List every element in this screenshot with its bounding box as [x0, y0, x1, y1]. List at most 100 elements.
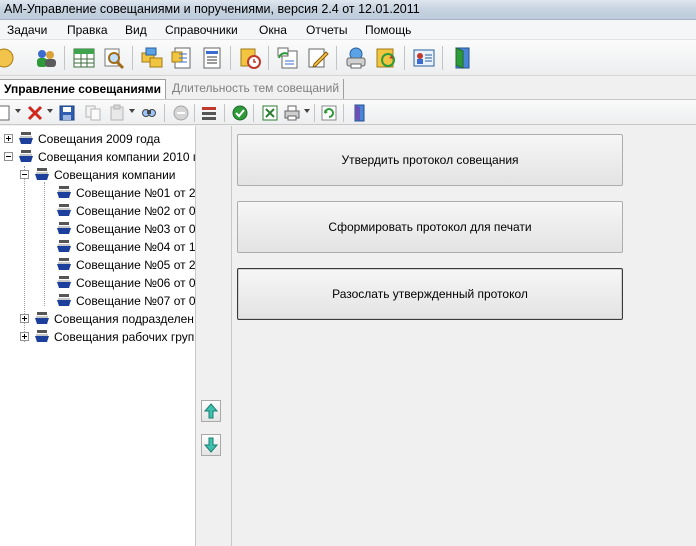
meetings-tree: Совещания 2009 года Совещания компании 2…: [0, 126, 196, 546]
tree-node-meeting[interactable]: Совещание №06 от 01: [56, 274, 196, 292]
tree-node-label: Совещание №05 от 22: [76, 258, 196, 272]
paste-icon[interactable]: [108, 104, 126, 122]
tree-node-label: Совещания компании: [54, 168, 176, 182]
table-icon[interactable]: [72, 46, 96, 70]
refresh-icon[interactable]: [320, 104, 338, 122]
meeting-table-icon: [56, 240, 72, 254]
print-protocol-button[interactable]: Сформировать протокол для печати: [237, 201, 623, 253]
delete-icon[interactable]: [26, 104, 44, 122]
chevron-down-icon[interactable]: [129, 109, 135, 113]
tree-node-meeting[interactable]: Совещание №01 от 25: [56, 184, 196, 202]
folder-tree-icon[interactable]: [140, 46, 164, 70]
document-icon[interactable]: [170, 46, 194, 70]
report-icon[interactable]: [200, 46, 224, 70]
toolbar-separator: [336, 46, 337, 70]
toolbar-separator: [253, 104, 254, 122]
approve-icon[interactable]: [231, 104, 249, 122]
tree-node-label: Совещание №02 от 01: [76, 204, 196, 218]
toolbar-separator: [224, 104, 225, 122]
tree-node-meeting[interactable]: Совещание №02 от 01: [56, 202, 196, 220]
save-icon[interactable]: [58, 104, 76, 122]
tree-node-2010[interactable]: Совещания компании 2010 г: [4, 148, 196, 166]
meeting-table-icon: [18, 150, 34, 164]
meeting-table-icon: [34, 168, 50, 182]
tree-node-label: Совещания компании 2010 г: [38, 150, 196, 164]
collapse-icon[interactable]: [4, 152, 13, 161]
menu-bar: Задачи Правка Вид Справочники Окна Отчет…: [0, 20, 696, 40]
edit-document-icon[interactable]: [306, 46, 330, 70]
menu-directories[interactable]: Справочники: [165, 23, 238, 37]
tree-node-label: Совещание №04 от 15: [76, 240, 196, 254]
expand-icon[interactable]: [20, 332, 29, 341]
tab-meeting-management[interactable]: Управление совещаниями: [0, 79, 166, 99]
menu-reports[interactable]: Отчеты: [306, 23, 347, 37]
tree-node-meeting[interactable]: Совещание №07 от 09: [56, 292, 196, 310]
list-icon[interactable]: [200, 104, 218, 122]
tree-node-workgroup-meetings[interactable]: Совещания рабочих груп: [20, 328, 195, 346]
meeting-table-icon: [56, 258, 72, 272]
menu-view[interactable]: Вид: [125, 23, 147, 37]
tree-node-label: Совещание №03 от 08: [76, 222, 196, 236]
tree-connector: [44, 182, 45, 306]
collapse-icon[interactable]: [20, 170, 29, 179]
tree-node-division-meetings[interactable]: Совещания подразделен: [20, 310, 195, 328]
search-icon[interactable]: [102, 46, 126, 70]
tree-node-label: Совещания рабочих груп: [54, 330, 195, 344]
title-bar: АМ-Управление совещаниями и поручениями,…: [0, 0, 696, 20]
toolbar-separator: [343, 104, 344, 122]
arrow-down-icon: [203, 437, 219, 453]
open-icon[interactable]: [0, 46, 16, 70]
toolbar-separator: [268, 46, 269, 70]
menu-windows[interactable]: Окна: [259, 23, 287, 37]
move-buttons-strip: [197, 126, 232, 546]
send-protocol-button[interactable]: Разослать утвержденный протокол: [237, 268, 623, 320]
tree-node-meeting[interactable]: Совещание №04 от 15: [56, 238, 196, 256]
tree-node-label: Совещание №06 от 01: [76, 276, 196, 290]
actions-pane: Утвердить протокол совещания Сформироват…: [233, 126, 696, 546]
meeting-table-icon: [56, 186, 72, 200]
copy-document-icon[interactable]: [276, 46, 300, 70]
tab-topic-duration[interactable]: Длительность тем совещаний: [168, 79, 345, 99]
chevron-down-icon[interactable]: [15, 109, 21, 113]
main-toolbar: [0, 40, 696, 76]
toolbar-separator: [132, 46, 133, 70]
meeting-table-icon: [56, 276, 72, 290]
menu-help[interactable]: Помощь: [365, 23, 411, 37]
chevron-down-icon[interactable]: [304, 109, 310, 113]
tree-node-meeting[interactable]: Совещание №05 от 22: [56, 256, 196, 274]
tab-strip: Управление совещаниями Длительность тем …: [0, 77, 696, 99]
close-door-icon[interactable]: [350, 104, 368, 122]
excel-export-icon[interactable]: [261, 104, 279, 122]
copy-icon[interactable]: [84, 104, 102, 122]
tree-node-label: Совещания 2009 года: [38, 132, 161, 146]
calendar-clock-icon[interactable]: [238, 46, 262, 70]
expand-icon[interactable]: [20, 314, 29, 323]
menu-tasks[interactable]: Задачи: [7, 23, 47, 37]
tree-node-label: Совещание №07 от 09: [76, 294, 196, 308]
tree-node-2009[interactable]: Совещания 2009 года: [4, 130, 195, 148]
toolbar-separator: [314, 104, 315, 122]
exit-door-icon[interactable]: [450, 46, 474, 70]
new-icon[interactable]: [0, 104, 12, 122]
chevron-down-icon[interactable]: [47, 109, 53, 113]
move-up-button[interactable]: [201, 400, 221, 422]
meeting-table-icon: [56, 294, 72, 308]
stop-icon[interactable]: [172, 104, 190, 122]
tree-node-meeting[interactable]: Совещание №03 от 08: [56, 220, 196, 238]
contact-card-icon[interactable]: [412, 46, 436, 70]
print-icon[interactable]: [344, 46, 368, 70]
sync-icon[interactable]: [374, 46, 398, 70]
menu-edit[interactable]: Правка: [67, 23, 108, 37]
tree-node-label: Совещание №01 от 25: [76, 186, 196, 200]
printer-icon[interactable]: [283, 104, 301, 122]
toolbar-separator: [194, 104, 195, 122]
meeting-table-icon: [34, 312, 50, 326]
secondary-toolbar: [0, 99, 696, 125]
tree-node-company-meetings[interactable]: Совещания компании: [20, 166, 195, 184]
expand-icon[interactable]: [4, 134, 13, 143]
move-down-button[interactable]: [201, 434, 221, 456]
users-icon[interactable]: [34, 46, 58, 70]
find-icon[interactable]: [140, 104, 158, 122]
tree-node-label: Совещания подразделен: [54, 312, 194, 326]
approve-protocol-button[interactable]: Утвердить протокол совещания: [237, 134, 623, 186]
